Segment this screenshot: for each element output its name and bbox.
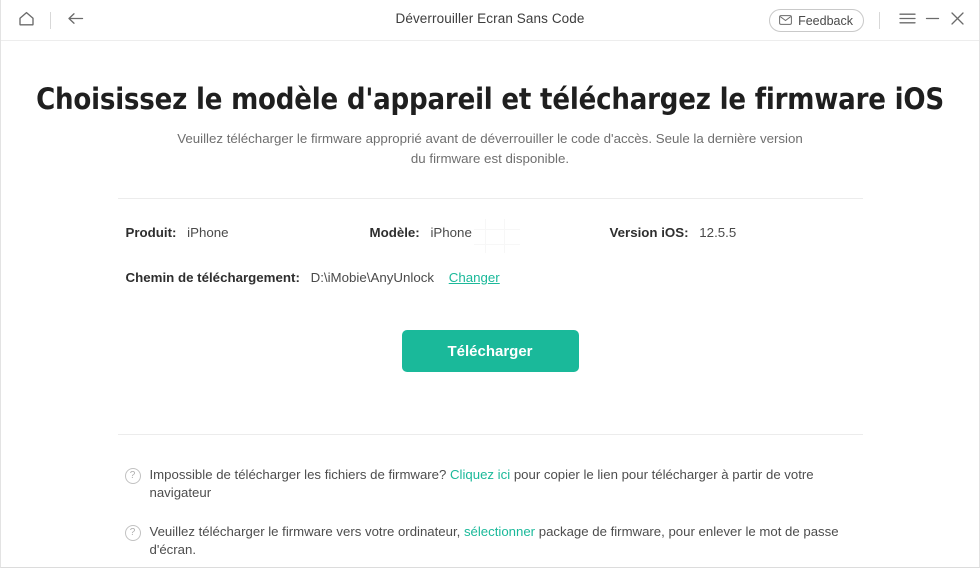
- help-row-select-package: ? Veuillez télécharger le firmware vers …: [118, 523, 863, 559]
- question-circle-icon: ?: [124, 468, 141, 484]
- app-window: Déverrouiller Ecran Sans Code Feedback C…: [0, 0, 980, 568]
- titlebar-right-controls: Feedback: [769, 0, 968, 41]
- download-path-label: Chemin de téléchargement:: [125, 270, 300, 285]
- hamburger-menu-icon: [898, 12, 916, 30]
- minimize-button[interactable]: [921, 9, 943, 33]
- help-section: ? Impossible de télécharger les fichiers…: [118, 435, 863, 559]
- download-path-value: D:\iMobie\AnyUnlock: [310, 270, 435, 285]
- model-label: Modèle:: [369, 225, 420, 240]
- close-icon: [950, 11, 965, 31]
- click-here-link[interactable]: Cliquez ici: [450, 467, 510, 482]
- titlebar: Déverrouiller Ecran Sans Code Feedback: [1, 0, 979, 41]
- help-row-download-failure: ? Impossible de télécharger les fichiers…: [118, 466, 863, 502]
- minimize-icon: [925, 12, 940, 30]
- main-content: Choisissez le modèle d'appareil et téléc…: [1, 41, 979, 566]
- render-artifact: [473, 219, 520, 253]
- product-label: Produit:: [125, 225, 177, 240]
- change-path-link[interactable]: Changer: [449, 270, 500, 285]
- question-circle-icon: ?: [124, 525, 141, 541]
- download-action-area: Télécharger: [1, 292, 979, 372]
- product-field: Produit: iPhone: [126, 225, 229, 240]
- select-package-link[interactable]: sélectionner: [464, 524, 535, 539]
- download-button[interactable]: Télécharger: [401, 330, 579, 372]
- download-path-row: Chemin de téléchargement: D:\iMobie\AnyU…: [118, 270, 863, 292]
- help-text-download-failure: Impossible de télécharger les fichiers d…: [150, 466, 863, 502]
- help-line2-before: Veuillez télécharger le firmware vers vo…: [149, 524, 461, 539]
- menu-button[interactable]: [896, 9, 918, 33]
- envelope-icon: [779, 14, 792, 28]
- ios-version-value: 12.5.5: [699, 225, 737, 240]
- titlebar-right-separator: [879, 12, 880, 29]
- help-text-select-package: Veuillez télécharger le firmware vers vo…: [150, 523, 863, 559]
- feedback-button[interactable]: Feedback: [769, 9, 864, 32]
- model-field: Modèle: iPhone: [370, 225, 472, 240]
- help-line1-before: Impossible de télécharger les fichiers d…: [149, 467, 447, 482]
- ios-version-field: Version iOS: 12.5.5: [610, 225, 737, 240]
- device-info-section: Produit: iPhone Modèle: iPhone Version i…: [118, 199, 863, 292]
- close-button[interactable]: [946, 9, 968, 33]
- download-path-field: Chemin de téléchargement: D:\iMobie\AnyU…: [126, 270, 500, 285]
- device-info-row: Produit: iPhone Modèle: iPhone Version i…: [118, 219, 863, 253]
- model-value: iPhone: [430, 225, 472, 240]
- page-subtitle: Veuillez télécharger le firmware appropr…: [177, 131, 803, 166]
- feedback-label: Feedback: [798, 13, 853, 28]
- product-value: iPhone: [187, 225, 229, 240]
- ios-version-label: Version iOS:: [609, 225, 689, 240]
- page-title: Choisissez le modèle d'appareil et téléc…: [36, 82, 944, 116]
